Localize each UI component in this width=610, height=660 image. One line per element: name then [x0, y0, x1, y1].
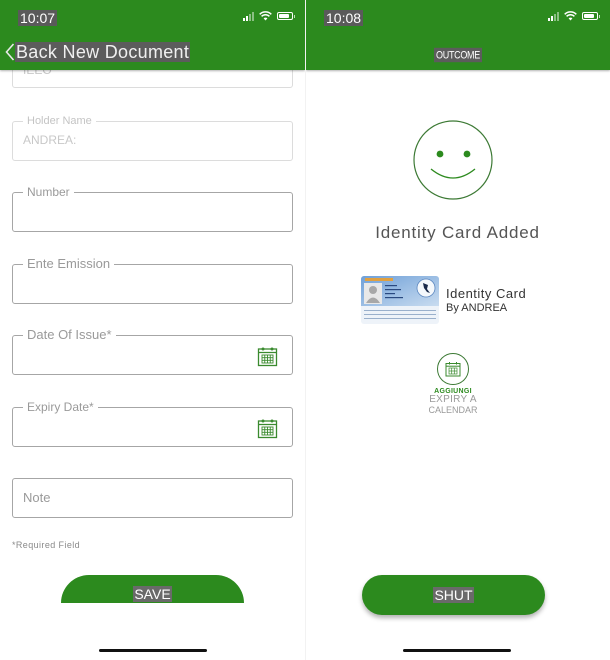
field-label: Expiry Date* — [23, 400, 98, 414]
required-field-note: *Required Field — [12, 540, 81, 550]
field-expiry-date[interactable]: Expiry Date* — [12, 400, 293, 447]
calendar-icon — [445, 362, 461, 377]
result-title: Identity Card Added — [375, 223, 540, 242]
status-time: 10:08 — [324, 10, 364, 26]
calendar-circle — [437, 353, 469, 385]
battery-icon — [277, 12, 295, 20]
home-indicator[interactable] — [98, 649, 207, 652]
field-value: ANDREA: — [23, 133, 77, 147]
back-button[interactable]: Back New Document — [5, 42, 191, 62]
page-title-text: OUTCOME — [434, 47, 482, 63]
wifi-icon — [259, 11, 272, 21]
status-icons — [243, 11, 295, 21]
shut-button[interactable]: SHUT — [362, 575, 545, 615]
field-label: Date Of Issue* — [23, 328, 116, 342]
document-summary: Identity Card By ANDREA — [361, 276, 526, 324]
battery-icon — [582, 12, 600, 20]
field-label: Number — [23, 185, 74, 199]
field-date-of-issue[interactable]: Date Of Issue* — [12, 328, 293, 375]
shut-label: SHUT — [433, 587, 474, 603]
calendar-icon[interactable] — [257, 346, 278, 367]
save-button[interactable]: SAVE — [61, 575, 244, 603]
signal-icon — [548, 11, 559, 21]
field-note[interactable]: Note — [12, 478, 293, 518]
calendar-icon[interactable] — [257, 418, 278, 439]
signal-icon — [243, 11, 254, 21]
field-label: Ente Emission — [23, 257, 115, 271]
field-label: Holder Name — [23, 114, 96, 128]
identity-card-image — [361, 276, 439, 324]
page-title: OUTCOME — [306, 45, 610, 63]
calendar-action-line2: EXPIRY A — [429, 394, 477, 405]
document-info: Identity Card By ANDREA — [446, 286, 526, 315]
smiley-icon — [413, 120, 493, 200]
app-screens: 10:07 Back New Document IEEO Holder Name… — [0, 0, 610, 660]
nav-header: 10:07 Back New Document — [0, 0, 305, 70]
calendar-action-line3: CALENDAR — [428, 405, 478, 415]
document-title: Identity Card — [446, 286, 527, 301]
field-number[interactable]: Number — [12, 185, 293, 232]
status-time: 10:07 — [18, 10, 58, 26]
save-label: SAVE — [133, 586, 172, 602]
add-expiry-to-calendar-button[interactable]: AGGIUNGI EXPIRY A CALENDAR — [420, 353, 486, 415]
back-label: Back New Document — [15, 42, 191, 62]
status-icons — [548, 11, 600, 21]
nav-header: 10:08 OUTCOME — [306, 0, 610, 70]
field-placeholder: Note — [23, 490, 51, 505]
new-document-screen: 10:07 Back New Document IEEO Holder Name… — [0, 0, 305, 660]
field-ente-emission[interactable]: Ente Emission — [12, 257, 293, 304]
field-holder-name[interactable]: Holder Name ANDREA: — [12, 114, 293, 161]
home-indicator[interactable] — [403, 649, 511, 652]
wifi-icon — [564, 11, 577, 21]
document-subtitle: By ANDREA — [446, 302, 508, 314]
chevron-left-icon — [5, 43, 15, 61]
outcome-screen: 10:08 OUTCOME — [305, 0, 610, 660]
